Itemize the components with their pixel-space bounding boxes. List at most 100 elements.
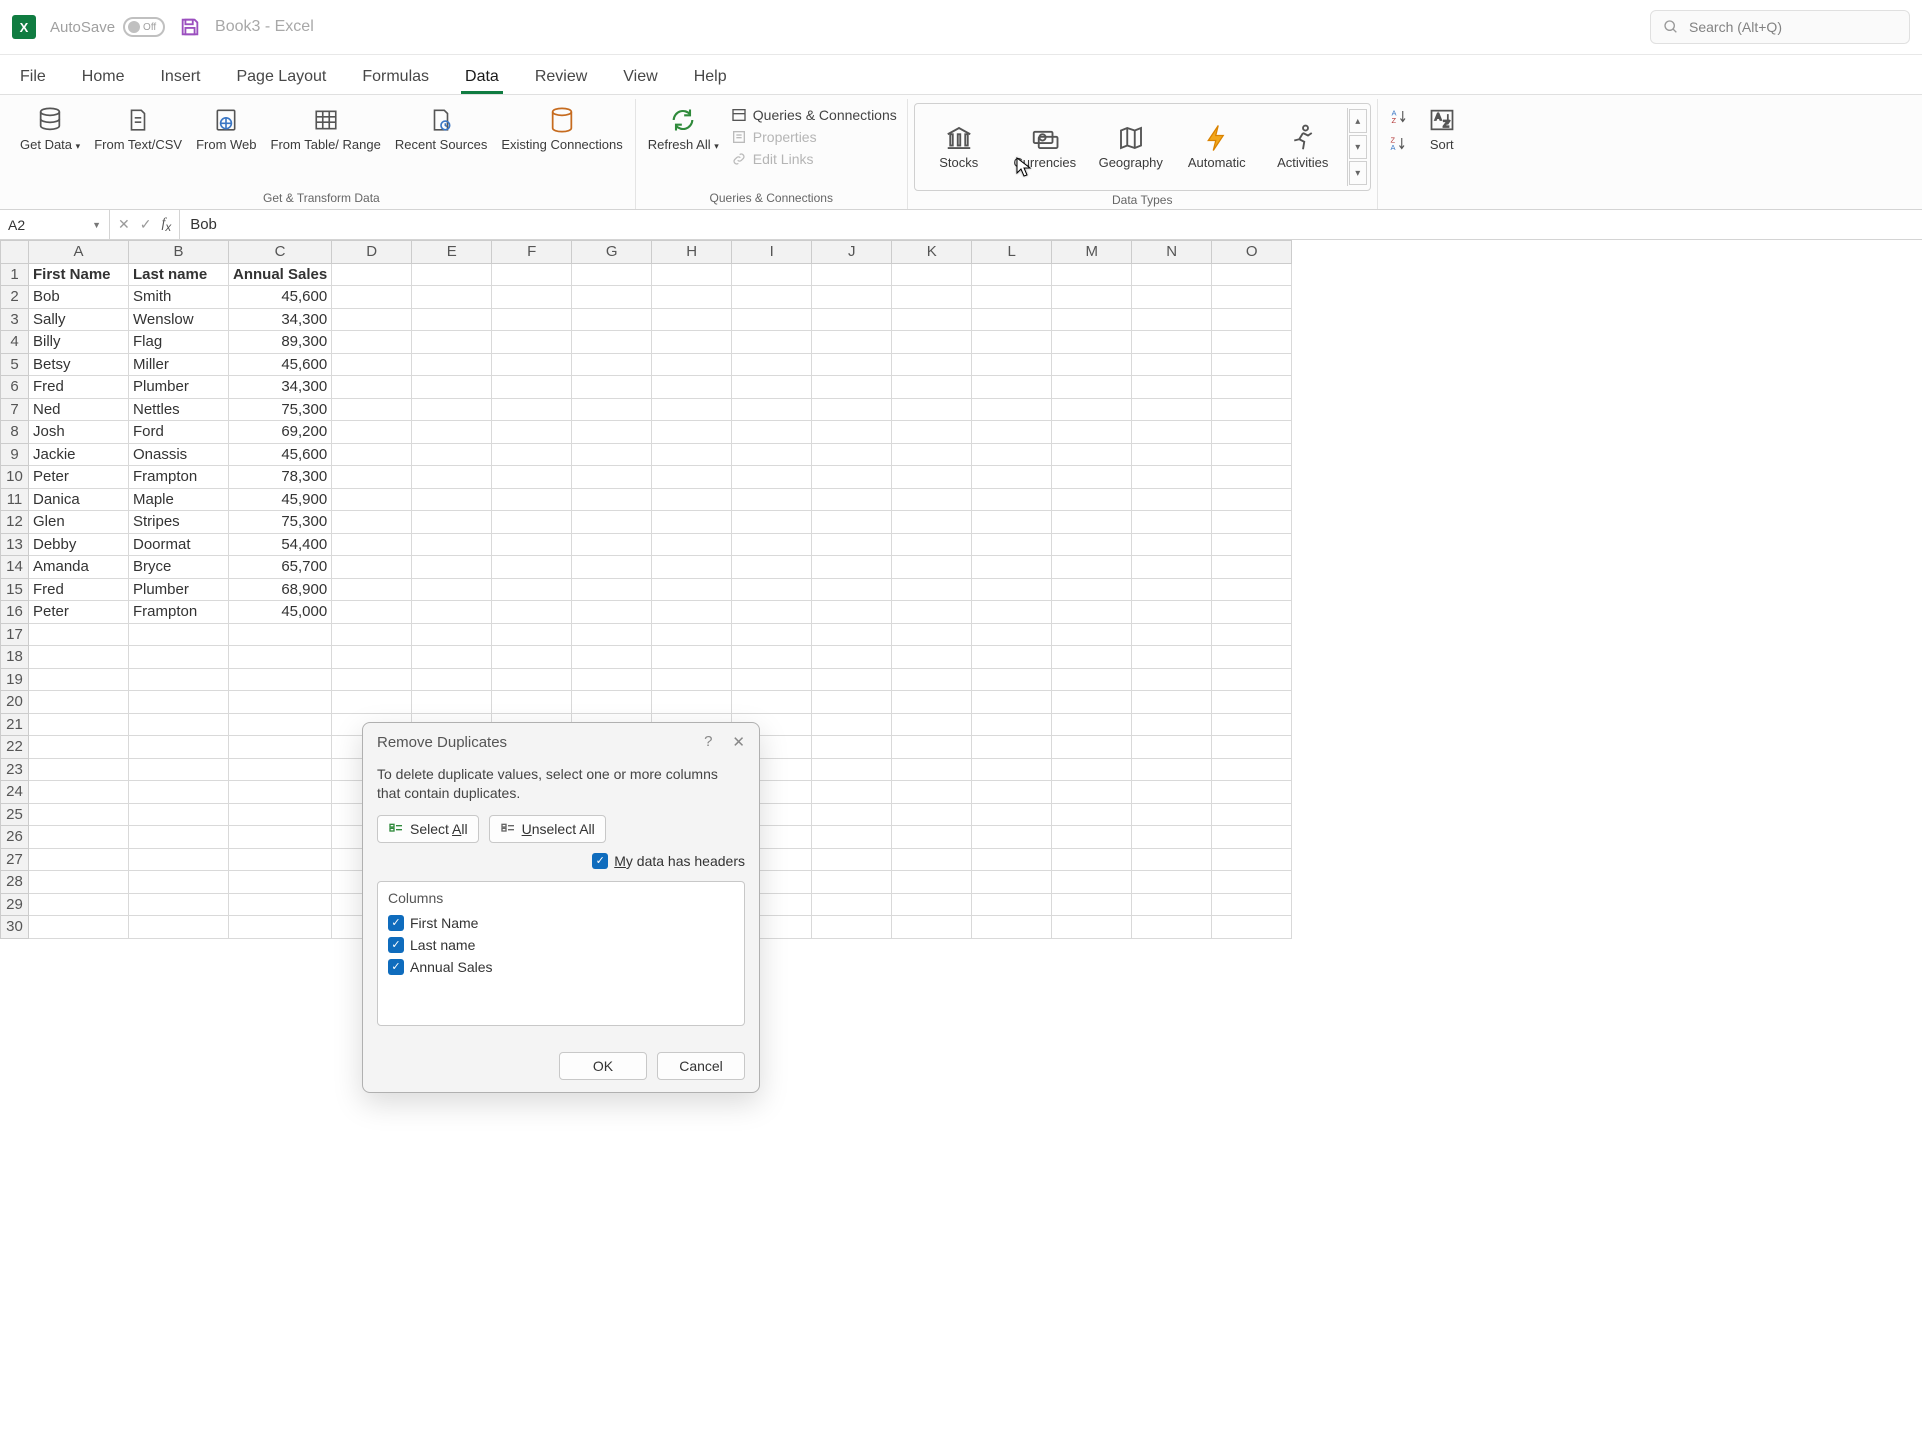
cell[interactable]: Plumber [129,578,229,601]
cell[interactable] [492,398,572,421]
cell[interactable] [572,308,652,331]
cell[interactable] [229,646,332,669]
cell[interactable] [812,893,892,916]
cell[interactable] [892,398,972,421]
cell[interactable] [332,353,412,376]
column-header[interactable]: O [1212,241,1292,264]
cell[interactable] [492,601,572,624]
cell[interactable] [1212,263,1292,286]
cell[interactable] [892,556,972,579]
column-header[interactable]: L [972,241,1052,264]
cell[interactable]: Peter [29,466,129,489]
row-header[interactable]: 6 [1,376,29,399]
cell[interactable]: Ned [29,398,129,421]
cell[interactable]: Maple [129,488,229,511]
cell[interactable]: 75,300 [229,511,332,534]
from-table-range-button[interactable]: From Table/ Range [265,103,387,155]
cell[interactable] [412,466,492,489]
cell[interactable] [812,488,892,511]
cell[interactable]: Wenslow [129,308,229,331]
cell[interactable] [732,646,812,669]
cell[interactable]: Frampton [129,601,229,624]
cell[interactable] [972,263,1052,286]
cell[interactable] [1212,376,1292,399]
search-box[interactable]: Search (Alt+Q) [1650,10,1910,44]
cell[interactable] [972,781,1052,804]
currencies-button[interactable]: Currencies [1003,121,1087,173]
cell[interactable] [732,286,812,309]
cell[interactable] [332,308,412,331]
tab-insert[interactable]: Insert [156,62,204,94]
cell[interactable] [1212,533,1292,556]
column-header[interactable]: K [892,241,972,264]
column-header[interactable]: N [1132,241,1212,264]
cell[interactable] [412,691,492,714]
cell[interactable] [572,556,652,579]
cell[interactable] [1132,893,1212,916]
cell[interactable] [29,781,129,804]
cell[interactable] [812,826,892,849]
fx-icon[interactable]: fx [161,216,171,234]
cell[interactable] [29,848,129,871]
column-header[interactable]: C [229,241,332,264]
cell[interactable]: Fred [29,578,129,601]
cell[interactable] [572,263,652,286]
cell[interactable] [492,376,572,399]
cell[interactable] [572,691,652,714]
cell[interactable] [1212,781,1292,804]
cell[interactable] [1052,758,1132,781]
cell[interactable] [332,578,412,601]
row-header[interactable]: 25 [1,803,29,826]
cell[interactable] [29,736,129,759]
cell[interactable] [972,331,1052,354]
confirm-formula-icon[interactable]: ✓ [140,216,152,233]
cell[interactable] [492,488,572,511]
cell[interactable] [492,668,572,691]
cell[interactable] [412,601,492,624]
cell[interactable] [652,353,732,376]
from-text-csv-button[interactable]: From Text/CSV [88,103,188,155]
cell[interactable] [412,263,492,286]
cell[interactable] [492,263,572,286]
cell[interactable] [332,398,412,421]
cell[interactable] [1212,398,1292,421]
cell[interactable] [1132,578,1212,601]
row-header[interactable]: 30 [1,916,29,939]
column-header[interactable]: A [29,241,129,264]
cell[interactable]: Billy [29,331,129,354]
tab-formulas[interactable]: Formulas [358,62,433,94]
row-header[interactable]: 3 [1,308,29,331]
cell[interactable]: 78,300 [229,466,332,489]
cell[interactable] [332,623,412,646]
cell[interactable] [652,331,732,354]
cell[interactable] [812,556,892,579]
cell[interactable] [1212,713,1292,736]
cell[interactable] [732,308,812,331]
cell[interactable] [572,398,652,421]
cell[interactable] [972,533,1052,556]
row-header[interactable]: 26 [1,826,29,849]
cell[interactable] [1132,916,1212,939]
cell[interactable] [972,871,1052,894]
cell[interactable] [892,376,972,399]
cell[interactable] [972,466,1052,489]
cell[interactable] [332,556,412,579]
cell[interactable]: 54,400 [229,533,332,556]
cell[interactable] [972,826,1052,849]
cell[interactable] [1052,646,1132,669]
cell[interactable] [572,601,652,624]
cell[interactable] [1212,848,1292,871]
cell[interactable] [972,286,1052,309]
cell[interactable] [1052,893,1132,916]
cell[interactable] [129,646,229,669]
formula-input[interactable]: Bob [180,216,1922,233]
cell[interactable] [129,893,229,916]
cell[interactable] [892,758,972,781]
cell[interactable]: 45,000 [229,601,332,624]
row-header[interactable]: 14 [1,556,29,579]
row-header[interactable]: 22 [1,736,29,759]
cell[interactable] [1052,533,1132,556]
cell[interactable] [812,308,892,331]
cell[interactable] [1052,421,1132,444]
cell[interactable]: Bob [29,286,129,309]
